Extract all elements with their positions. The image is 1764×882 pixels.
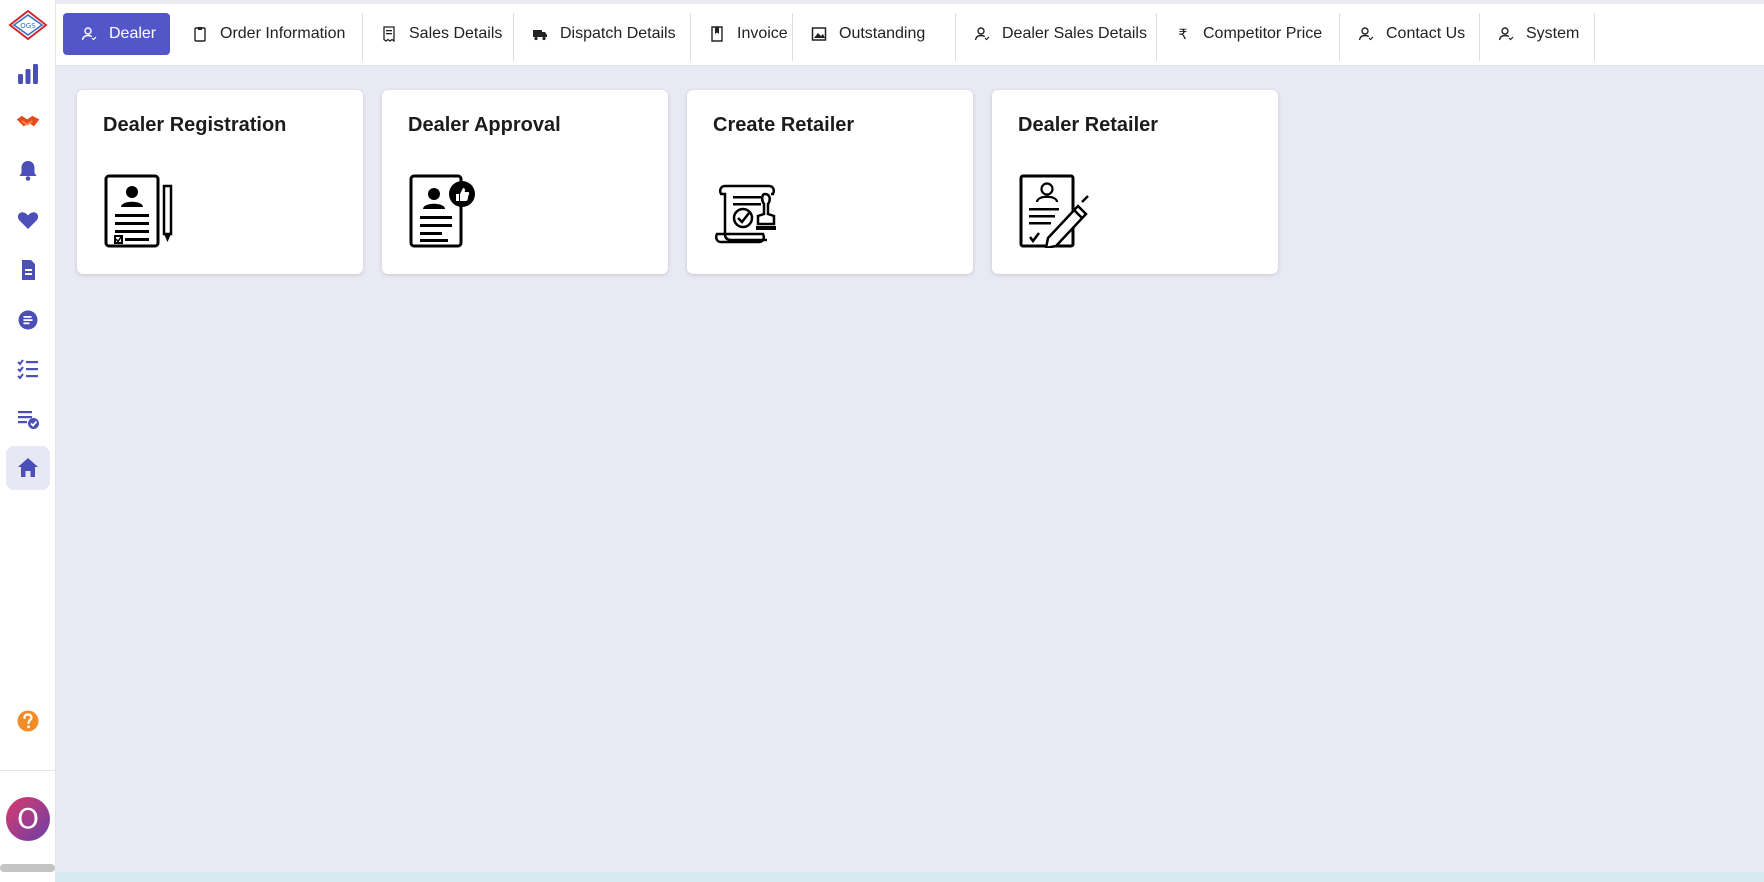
- registration-form-icon: [104, 174, 173, 248]
- card-title: Dealer Approval: [408, 114, 561, 136]
- truck-icon: [532, 26, 548, 42]
- card-dealer-approval[interactable]: Dealer Approval: [382, 90, 668, 274]
- home-icon: [18, 458, 38, 477]
- top-navigation: Dealer Order Information Sales Details D…: [56, 0, 1764, 66]
- sidebar-item-notifications[interactable]: [6, 148, 50, 192]
- image-icon: [811, 26, 827, 42]
- card-dealer-retailer[interactable]: Dealer Retailer: [992, 90, 1278, 274]
- sidebar-item-home[interactable]: [6, 446, 50, 490]
- avatar-letter: O: [16, 802, 40, 835]
- document-icon: [22, 260, 35, 280]
- user-icon: [974, 26, 990, 42]
- card-title: Create Retailer: [713, 114, 855, 136]
- bookmark-icon: [709, 26, 725, 42]
- sidebar-divider: [0, 770, 56, 771]
- sidebar-item-tasks[interactable]: [6, 397, 50, 441]
- user-icon: [81, 26, 97, 42]
- user-avatar[interactable]: O: [6, 797, 50, 841]
- logo-text: OGS: [20, 22, 36, 30]
- rupee-icon: ₹: [1178, 25, 1188, 42]
- heart-icon: [17, 212, 39, 229]
- bar-chart-icon: [18, 64, 38, 84]
- user-icon: [1358, 26, 1374, 42]
- tab-label: Invoice: [737, 25, 788, 42]
- tab-dealer[interactable]: Dealer: [63, 13, 170, 55]
- tab-label: System: [1526, 25, 1580, 42]
- tab-label: Dealer Sales Details: [1002, 25, 1147, 42]
- certificate-stamp-icon: [714, 184, 776, 244]
- clipboard-icon: [192, 26, 208, 42]
- card-create-retailer[interactable]: Create Retailer: [687, 90, 973, 274]
- bell-icon: [19, 161, 37, 181]
- sidebar: OGS O: [0, 0, 56, 882]
- tab-competitor-price[interactable]: ₹ Competitor Price: [1157, 13, 1323, 55]
- tab-contact-us[interactable]: Contact Us: [1340, 13, 1465, 55]
- handshake-icon: [16, 115, 40, 127]
- user-icon: [1498, 26, 1514, 42]
- checklist-icon: [17, 359, 38, 380]
- tab-dealer-sales-details[interactable]: Dealer Sales Details: [956, 13, 1147, 55]
- card-title: Dealer Retailer: [1018, 114, 1159, 136]
- tab-label: Sales Details: [409, 25, 503, 42]
- tab-label: Competitor Price: [1203, 25, 1323, 42]
- help-icon: [17, 710, 39, 732]
- contract-sign-icon: [1019, 174, 1089, 248]
- bottom-bar: [56, 872, 1764, 882]
- task-check-icon: [18, 411, 39, 429]
- sidebar-item-analytics[interactable]: [6, 52, 50, 96]
- sidebar-item-documents[interactable]: [6, 248, 50, 292]
- chat-icon: [18, 310, 38, 330]
- help-button[interactable]: [6, 699, 50, 743]
- receipt-icon: [381, 26, 397, 42]
- sidebar-item-favorites[interactable]: [6, 198, 50, 242]
- sidebar-item-messages[interactable]: [6, 298, 50, 342]
- tab-system[interactable]: System: [1480, 13, 1579, 55]
- tab-label: Order Information: [220, 25, 346, 42]
- main-content: Dealer Registration Dealer Approval Crea…: [56, 66, 1764, 872]
- tab-order-information[interactable]: Order Information: [174, 13, 345, 55]
- tab-label: Dealer: [109, 25, 157, 42]
- tab-label: Outstanding: [839, 25, 926, 42]
- sidebar-item-checklist[interactable]: [6, 347, 50, 391]
- app-logo[interactable]: OGS: [8, 9, 48, 41]
- tab-label: Contact Us: [1386, 25, 1466, 42]
- sidebar-scrollbar[interactable]: [0, 864, 55, 872]
- tab-separator: [1594, 13, 1595, 61]
- card-dealer-registration[interactable]: Dealer Registration: [77, 90, 363, 274]
- card-title: Dealer Registration: [103, 114, 287, 136]
- tab-outstanding[interactable]: Outstanding: [793, 13, 925, 55]
- tab-dispatch-details[interactable]: Dispatch Details: [514, 13, 676, 55]
- tab-sales-details[interactable]: Sales Details: [363, 13, 502, 55]
- sidebar-item-partners[interactable]: [6, 100, 50, 144]
- tab-invoice[interactable]: Invoice: [691, 13, 788, 55]
- approval-form-icon: [409, 174, 475, 248]
- tab-label: Dispatch Details: [560, 25, 676, 42]
